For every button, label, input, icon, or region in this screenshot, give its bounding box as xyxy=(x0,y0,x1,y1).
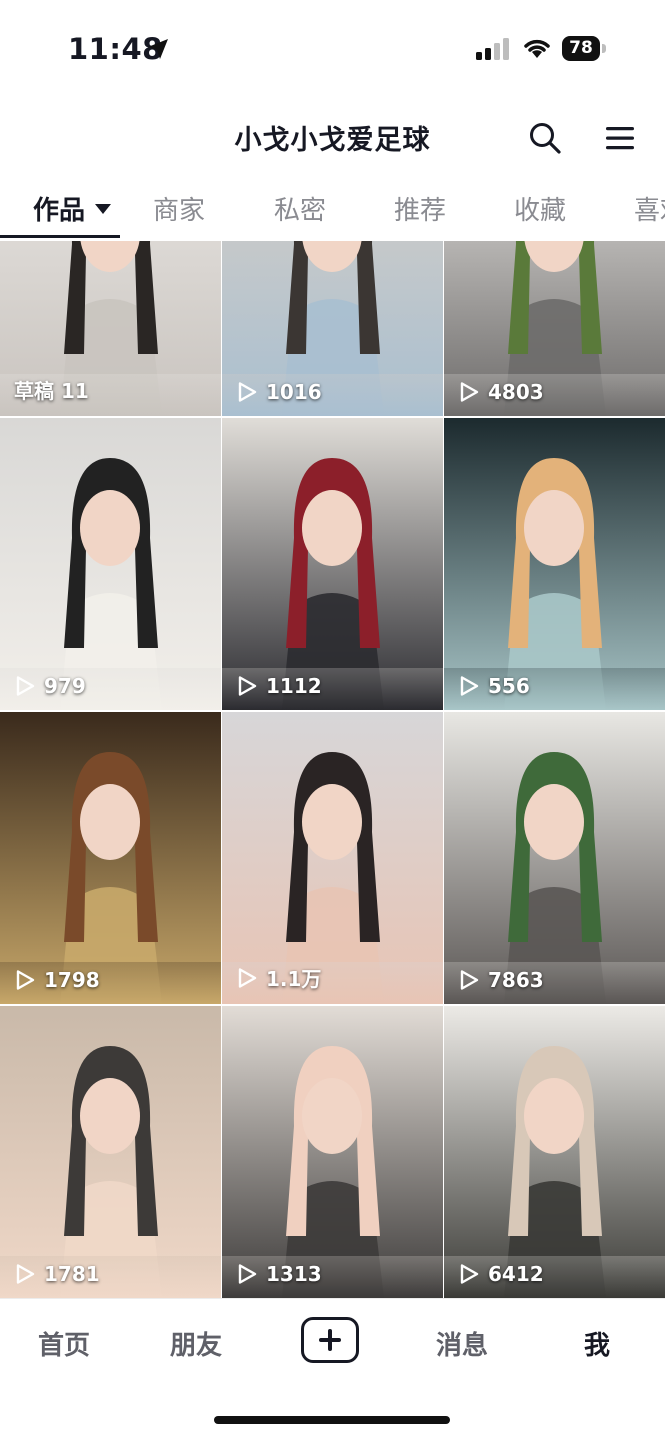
count-text: 1781 xyxy=(44,1262,100,1286)
video-thumbnail[interactable]: 7863 xyxy=(444,712,665,1004)
thumbnail-image xyxy=(444,712,665,1004)
thumbnail-image xyxy=(0,712,221,1004)
count-text: 1798 xyxy=(44,968,100,992)
video-grid: 草稿 11 1016 4803 979 1112 556 1798 1.1万 7… xyxy=(0,241,665,1298)
play-count-label: 556 xyxy=(458,674,530,698)
video-thumbnail[interactable]: 1313 xyxy=(222,1006,443,1298)
profile-tabs: 作品 商家 私密 推荐 收藏 喜欢 xyxy=(0,180,665,238)
thumbnail-image xyxy=(0,1006,221,1298)
nav-home[interactable]: 首页 xyxy=(38,1325,90,1362)
count-text: 6412 xyxy=(488,1262,544,1286)
home-indicator xyxy=(214,1416,450,1424)
thumbnail-image xyxy=(222,1006,443,1298)
tab-favorites[interactable]: 收藏 xyxy=(514,190,566,227)
video-thumbnail[interactable]: 1798 xyxy=(0,712,221,1004)
thumbnail-image xyxy=(222,712,443,1004)
play-count-label: 1016 xyxy=(236,380,322,404)
count-text: 1.1万 xyxy=(266,967,322,991)
play-icon xyxy=(238,382,257,402)
play-icon xyxy=(238,676,257,696)
menu-icon[interactable] xyxy=(604,123,636,153)
count-text: 1016 xyxy=(266,380,322,404)
thumbnail-image xyxy=(444,418,665,710)
count-text: 1313 xyxy=(266,1262,322,1286)
play-count-label: 6412 xyxy=(458,1262,544,1286)
count-text: 草稿 11 xyxy=(14,379,89,403)
location-arrow-icon xyxy=(148,39,168,59)
video-thumbnail[interactable]: 1016 xyxy=(222,241,443,416)
video-thumbnail[interactable]: 6412 xyxy=(444,1006,665,1298)
tab-recommended[interactable]: 推荐 xyxy=(394,190,446,227)
video-thumbnail[interactable]: 4803 xyxy=(444,241,665,416)
tab-private[interactable]: 私密 xyxy=(274,190,326,227)
play-icon xyxy=(16,970,35,990)
play-icon xyxy=(460,970,479,990)
play-icon xyxy=(16,676,35,696)
play-icon xyxy=(238,967,257,988)
thumbnail-image xyxy=(222,418,443,710)
tab-merchant[interactable]: 商家 xyxy=(153,190,205,227)
caret-down-icon xyxy=(95,203,112,214)
video-thumbnail[interactable]: 1.1万 xyxy=(222,712,443,1004)
video-thumbnail[interactable]: 556 xyxy=(444,418,665,710)
add-button[interactable] xyxy=(301,1317,359,1363)
search-icon[interactable] xyxy=(528,121,562,155)
play-icon xyxy=(460,382,479,402)
battery-level: 78 xyxy=(562,36,600,61)
play-icon xyxy=(460,676,479,696)
nav-me[interactable]: 我 xyxy=(584,1325,610,1362)
play-icon xyxy=(460,1264,479,1284)
nav-messages[interactable]: 消息 xyxy=(436,1325,488,1362)
video-thumbnail[interactable]: 979 xyxy=(0,418,221,710)
tab-label: 作品 xyxy=(33,196,86,226)
count-text: 4803 xyxy=(488,380,544,404)
battery-icon: 78 xyxy=(562,36,608,62)
draft-count-label: 草稿 11 xyxy=(14,375,89,404)
play-icon xyxy=(238,1264,257,1284)
wifi-icon xyxy=(524,39,550,58)
play-count-label: 1313 xyxy=(236,1262,322,1286)
play-count-label: 979 xyxy=(14,674,86,698)
active-tab-indicator xyxy=(0,235,120,238)
play-icon xyxy=(16,1264,35,1284)
thumbnail-image xyxy=(444,1006,665,1298)
count-text: 1112 xyxy=(266,674,322,698)
play-count-label: 1.1万 xyxy=(236,963,321,992)
video-thumbnail[interactable]: 1781 xyxy=(0,1006,221,1298)
play-count-label: 7863 xyxy=(458,968,544,992)
video-thumbnail[interactable]: 1112 xyxy=(222,418,443,710)
tab-works[interactable]: 作品 xyxy=(33,190,112,227)
play-count-label: 1798 xyxy=(14,968,100,992)
play-count-label: 4803 xyxy=(458,380,544,404)
count-text: 7863 xyxy=(488,968,544,992)
thumbnail-image xyxy=(0,418,221,710)
nav-friends[interactable]: 朋友 xyxy=(170,1325,222,1362)
tab-likes[interactable]: 喜欢 xyxy=(634,190,665,227)
status-bar: 11:48 78 xyxy=(0,0,665,100)
play-count-label: 1781 xyxy=(14,1262,100,1286)
page-title: 小戈小戈爱足球 xyxy=(234,125,431,156)
video-thumbnail[interactable]: 草稿 11 xyxy=(0,241,221,416)
cellular-signal-icon xyxy=(476,38,509,60)
play-count-label: 1112 xyxy=(236,674,322,698)
count-text: 979 xyxy=(44,674,86,698)
count-text: 556 xyxy=(488,674,530,698)
